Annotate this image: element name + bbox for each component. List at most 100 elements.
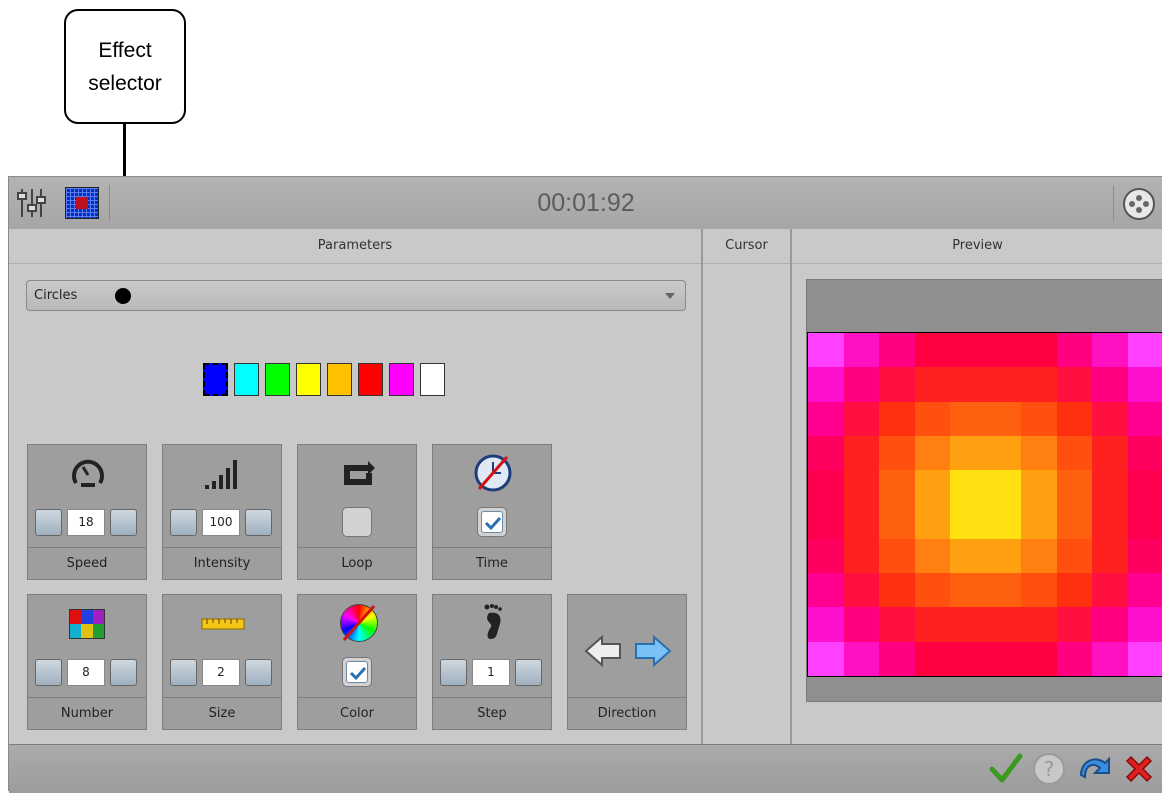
direction-label: Direction	[568, 697, 686, 729]
matrix-cell	[808, 539, 844, 573]
callout-line2: selector	[88, 67, 162, 100]
color-tile: Color	[297, 594, 417, 730]
matrix-cell	[986, 402, 1022, 436]
preview-frame	[806, 279, 1162, 702]
effect-editor-window: 00:01:92 Parameters Circles 18	[8, 176, 1162, 791]
preview-panel: Preview	[792, 229, 1162, 744]
color-swatch[interactable]	[420, 363, 445, 396]
loop-label: Loop	[298, 547, 416, 579]
matrix-cell	[879, 573, 915, 607]
intensity-increment-button[interactable]	[245, 509, 272, 536]
number-increment-button[interactable]	[110, 659, 137, 686]
matrix-cell	[1092, 607, 1128, 641]
matrix-cell	[1021, 402, 1057, 436]
matrix-cell	[1057, 539, 1093, 573]
speed-value[interactable]: 18	[67, 509, 105, 536]
intensity-value[interactable]: 100	[202, 509, 240, 536]
color-swatch[interactable]	[358, 363, 383, 396]
close-icon[interactable]	[1121, 751, 1157, 787]
effect-select-value: Circles	[34, 288, 77, 303]
time-tile: Time	[432, 444, 552, 580]
size-decrement-button[interactable]	[170, 659, 197, 686]
number-stepper: 8	[35, 659, 139, 687]
matrix-cell	[879, 470, 915, 504]
matrix-cell	[915, 367, 951, 401]
matrix-cell	[1128, 539, 1162, 573]
number-tile: 8 Number	[27, 594, 147, 730]
step-increment-button[interactable]	[515, 659, 542, 686]
size-value[interactable]: 2	[202, 659, 240, 686]
matrix-cell	[1057, 436, 1093, 470]
loop-tile: Loop	[297, 444, 417, 580]
intensity-decrement-button[interactable]	[170, 509, 197, 536]
matrix-cell	[1057, 573, 1093, 607]
parameters-panel: Parameters Circles 18 Speed	[9, 229, 703, 744]
matrix-cell	[915, 470, 951, 504]
step-stepper: 1	[440, 659, 544, 687]
matrix-cell	[879, 504, 915, 538]
number-decrement-button[interactable]	[35, 659, 62, 686]
matrix-cell	[915, 402, 951, 436]
direction-arrows-icon[interactable]	[584, 633, 672, 669]
matrix-cell	[1092, 333, 1128, 367]
time-checkbox[interactable]	[477, 507, 507, 537]
speed-decrement-button[interactable]	[35, 509, 62, 536]
matrix-cell	[950, 539, 986, 573]
step-tile: 1 Step	[432, 594, 552, 730]
matrix-cell	[915, 607, 951, 641]
matrix-cell	[844, 504, 880, 538]
callout-pointer-dot	[115, 288, 131, 304]
color-swatch[interactable]	[265, 363, 290, 396]
matrix-cell	[915, 539, 951, 573]
matrix-cell	[1128, 333, 1162, 367]
step-value[interactable]: 1	[472, 659, 510, 686]
matrix-cell	[950, 436, 986, 470]
color-checkbox[interactable]	[342, 657, 372, 687]
color-label: Color	[298, 697, 416, 729]
matrix-cell	[950, 573, 986, 607]
matrix-cell	[986, 573, 1022, 607]
matrix-cell	[1128, 402, 1162, 436]
matrix-cell	[879, 539, 915, 573]
matrix-cell	[1092, 470, 1128, 504]
step-decrement-button[interactable]	[440, 659, 467, 686]
color-swatch[interactable]	[389, 363, 414, 396]
matrix-cell	[1057, 607, 1093, 641]
clock-crossed-icon	[471, 451, 515, 495]
dmx-connector-icon[interactable]	[1122, 187, 1156, 221]
matrix-cell	[879, 402, 915, 436]
effect-selector-callout: Effect selector	[64, 9, 186, 124]
matrix-cell	[844, 333, 880, 367]
color-blocks-icon	[69, 609, 105, 639]
color-swatch[interactable]	[327, 363, 352, 396]
checkmark-icon	[347, 662, 369, 684]
color-swatch[interactable]	[203, 363, 228, 396]
size-increment-button[interactable]	[245, 659, 272, 686]
color-swatch[interactable]	[296, 363, 321, 396]
matrix-cell	[1092, 573, 1128, 607]
matrix-cell	[950, 642, 986, 676]
loop-checkbox[interactable]	[342, 507, 372, 537]
matrix-cell	[915, 573, 951, 607]
preview-header: Preview	[792, 229, 1162, 264]
step-label: Step	[433, 697, 551, 729]
matrix-cell	[808, 504, 844, 538]
matrix-cell	[950, 402, 986, 436]
preview-matrix	[807, 332, 1162, 677]
matrix-cell	[1092, 504, 1128, 538]
matrix-cell	[844, 470, 880, 504]
color-swatch[interactable]	[234, 363, 259, 396]
number-value[interactable]: 8	[67, 659, 105, 686]
matrix-cell	[808, 367, 844, 401]
redo-arrow-icon[interactable]	[1075, 749, 1115, 789]
size-stepper: 2	[170, 659, 274, 687]
matrix-cell	[950, 367, 986, 401]
matrix-cell	[1021, 607, 1057, 641]
matrix-cell	[1092, 436, 1128, 470]
matrix-cell	[844, 402, 880, 436]
speed-tile: 18 Speed	[27, 444, 147, 580]
speed-label: Speed	[28, 547, 146, 579]
check-icon[interactable]	[989, 753, 1023, 785]
speed-increment-button[interactable]	[110, 509, 137, 536]
matrix-cell	[844, 539, 880, 573]
